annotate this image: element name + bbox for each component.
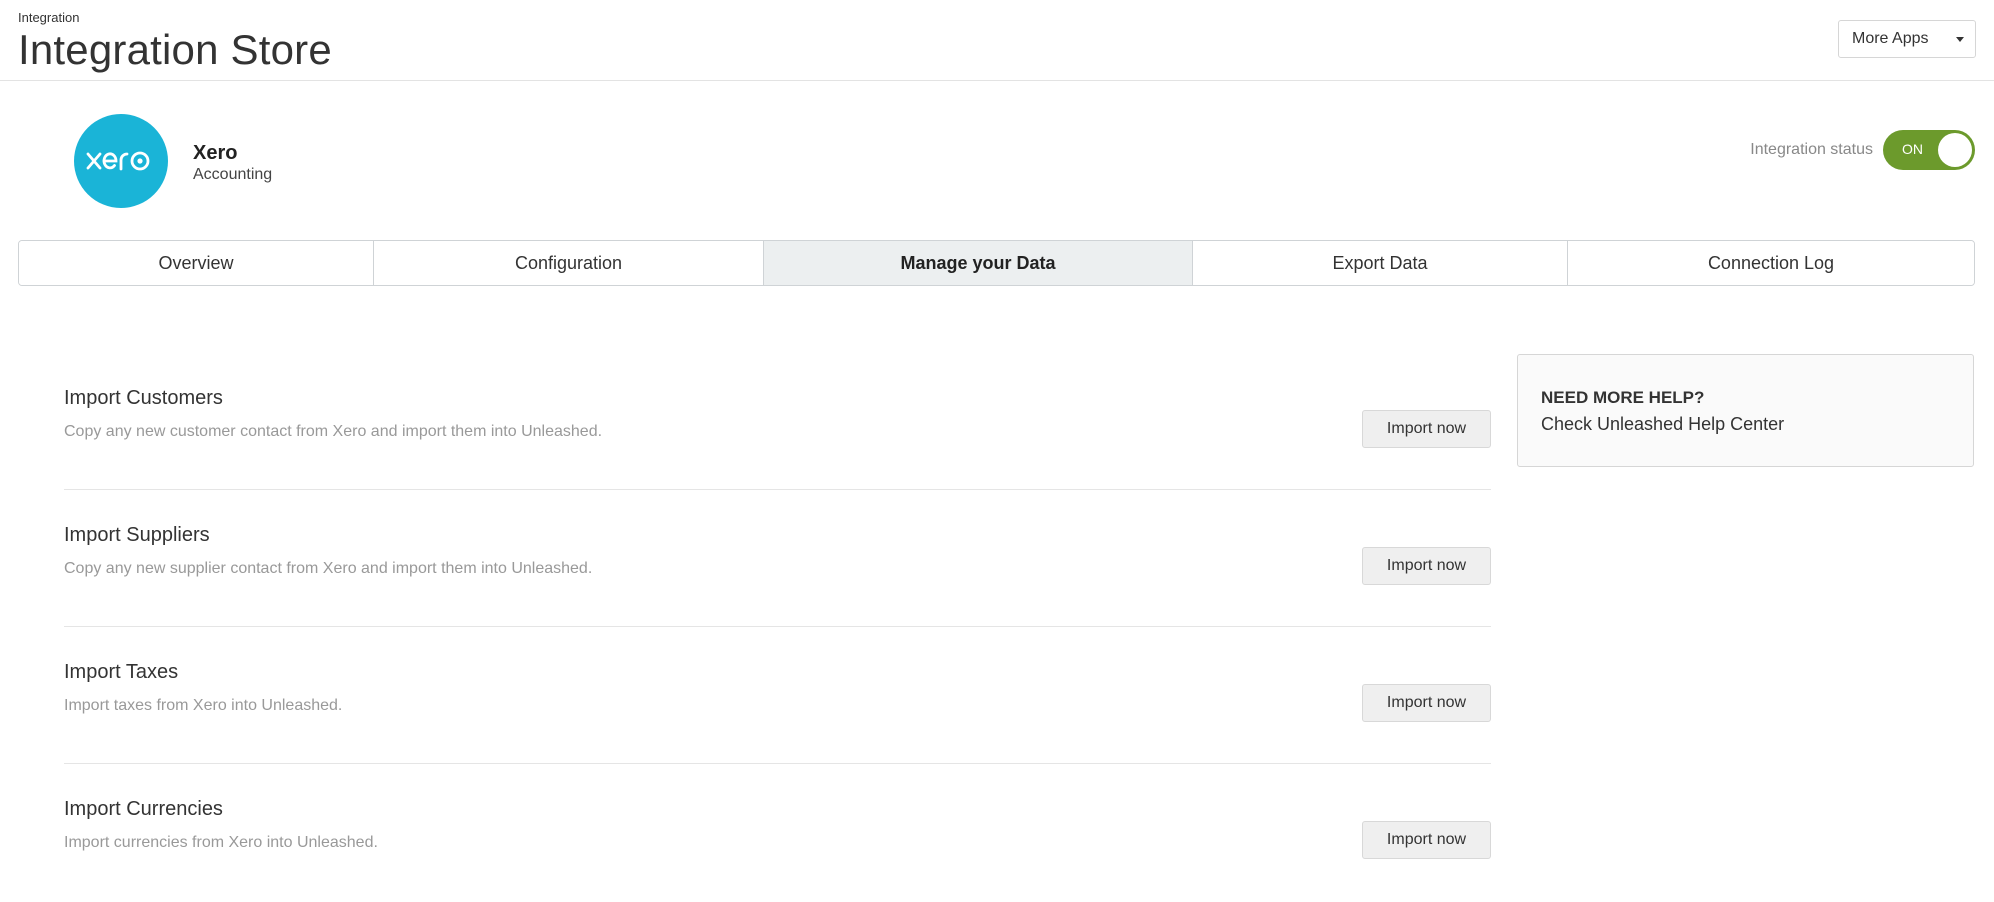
app-category: Accounting: [193, 166, 273, 183]
breadcrumb[interactable]: Integration: [18, 10, 79, 25]
tab-connection-log[interactable]: Connection Log: [1568, 241, 1974, 285]
list-item: Import Currencies Import currencies from…: [64, 764, 1491, 901]
import-title: Import Customers: [64, 387, 223, 409]
help-title: NEED MORE HELP?: [1541, 388, 1705, 407]
import-suppliers-button[interactable]: Import now: [1362, 547, 1491, 585]
help-panel: NEED MORE HELP? Check Unleashed Help Cen…: [1517, 354, 1974, 467]
import-list: Import Customers Copy any new customer c…: [64, 353, 1491, 901]
page-header: Integration Integration Store More Apps: [0, 0, 1994, 81]
tab-bar: Overview Configuration Manage your Data …: [18, 240, 1975, 286]
toggle-knob: [1938, 133, 1972, 167]
tab-manage-your-data[interactable]: Manage your Data: [764, 241, 1193, 285]
xero-logo-image: [86, 151, 150, 171]
import-description: Copy any new customer contact from Xero …: [64, 423, 603, 440]
import-description: Import currencies from Xero into Unleash…: [64, 834, 378, 851]
import-currencies-button[interactable]: Import now: [1362, 821, 1491, 859]
more-apps-dropdown[interactable]: More Apps: [1838, 20, 1976, 58]
more-apps-label: More Apps: [1852, 30, 1929, 47]
import-title: Import Taxes: [64, 661, 179, 683]
help-center-link[interactable]: Check Unleashed Help Center: [1541, 414, 1784, 435]
integration-status-label: Integration status: [1750, 141, 1873, 158]
tab-overview[interactable]: Overview: [19, 241, 374, 285]
import-title: Import Suppliers: [64, 524, 210, 546]
import-title: Import Currencies: [64, 798, 223, 820]
import-description: Import taxes from Xero into Unleashed.: [64, 697, 343, 714]
integration-status-toggle[interactable]: ON: [1883, 130, 1975, 170]
list-item: Import Taxes Import taxes from Xero into…: [64, 627, 1491, 764]
caret-down-icon: [1956, 37, 1964, 42]
tab-configuration[interactable]: Configuration: [374, 241, 764, 285]
list-item: Import Suppliers Copy any new supplier c…: [64, 490, 1491, 627]
list-item: Import Customers Copy any new customer c…: [64, 353, 1491, 490]
xero-logo: [74, 114, 168, 208]
import-customers-button[interactable]: Import now: [1362, 410, 1491, 448]
import-taxes-button[interactable]: Import now: [1362, 684, 1491, 722]
import-description: Copy any new supplier contact from Xero …: [64, 560, 593, 577]
app-name: Xero: [193, 142, 238, 164]
page-title: Integration Store: [18, 26, 332, 73]
toggle-on-text: ON: [1902, 141, 1923, 157]
tab-export-data[interactable]: Export Data: [1193, 241, 1568, 285]
